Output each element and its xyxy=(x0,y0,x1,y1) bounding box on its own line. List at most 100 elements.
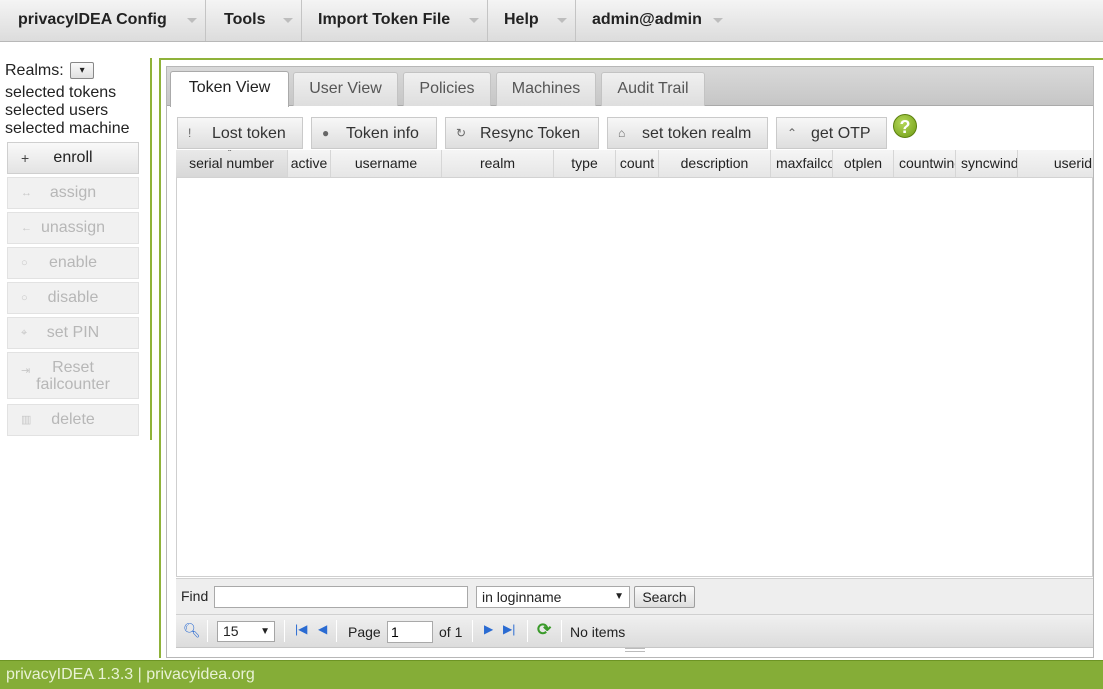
find-input[interactable] xyxy=(214,586,468,608)
lost-token-button[interactable]: ! Lost token xyxy=(177,117,303,149)
top-menu-bar: privacyIDEA Config Tools Import Token Fi… xyxy=(0,0,1103,42)
tab-machines[interactable]: Machines xyxy=(496,72,596,106)
set-pin-button[interactable]: ⌖ set PIN xyxy=(7,317,139,349)
page-input[interactable] xyxy=(387,621,433,643)
realms-label: Realms: xyxy=(5,62,64,79)
column-header-otplen[interactable]: otplen xyxy=(833,150,894,177)
column-header-serial-number[interactable]: ˆ serial number xyxy=(176,150,288,177)
column-header-userid[interactable]: userid xyxy=(1018,150,1093,177)
home-icon: ⌂ xyxy=(618,126,626,140)
dropdown-arrow-icon: ▼ xyxy=(260,626,270,637)
realms-select[interactable]: ▾ xyxy=(70,62,95,79)
selected-tokens-label: selected tokens xyxy=(5,84,117,101)
rows-per-page-select[interactable]: 15 ▼ xyxy=(217,621,275,642)
skip-icon: ⇥ xyxy=(21,365,31,377)
menu-label: Import Token File xyxy=(318,11,451,28)
realms-row: Realms: ▾ xyxy=(5,62,95,80)
selected-users-label: selected users xyxy=(5,102,109,119)
exclamation-icon: ! xyxy=(188,126,192,140)
column-header-realm[interactable]: realm xyxy=(442,150,554,177)
rows-per-page-value: 15 xyxy=(223,623,239,639)
disable-button[interactable]: ○ disable xyxy=(7,282,139,314)
token-grid xyxy=(176,150,1093,577)
search-bar: Find in loginname ▼ Search xyxy=(176,578,1093,614)
set-token-realm-button[interactable]: ⌂ set token realm xyxy=(607,117,768,149)
chevron-down-icon xyxy=(283,18,293,23)
search-button[interactable]: Search xyxy=(634,586,695,608)
column-header-countwindow[interactable]: countwindow xyxy=(894,150,956,177)
find-label: Find xyxy=(181,588,209,604)
tab-user-view[interactable]: User View xyxy=(293,72,398,106)
page-count-label: of 1 xyxy=(439,624,463,640)
refresh-icon: ↻ xyxy=(456,126,467,140)
last-page-icon[interactable]: ▶| xyxy=(503,622,515,636)
lost-token-label: Lost token xyxy=(212,125,286,142)
set-token-realm-label: set token realm xyxy=(642,125,752,142)
unassign-button[interactable]: ← unassign xyxy=(7,212,139,244)
next-page-icon[interactable]: ▶ xyxy=(484,622,493,636)
chevron-down-icon xyxy=(557,18,567,23)
trash-icon: ▥ xyxy=(21,414,32,426)
help-icon[interactable]: ? xyxy=(893,114,917,138)
reset-failcounter-button[interactable]: ⇥ Reset failcounter xyxy=(7,352,139,399)
enroll-label: enroll xyxy=(53,149,93,166)
left-panel: Realms: ▾ selected tokens selected users… xyxy=(0,42,152,660)
resync-token-button[interactable]: ↻ Resync Token xyxy=(445,117,599,149)
dropdown-arrow-icon: ▼ xyxy=(614,591,624,602)
arrow-left-icon: ← xyxy=(21,222,32,234)
column-header-maxfailcount[interactable]: maxfailcount xyxy=(771,150,833,177)
column-header-count[interactable]: count xyxy=(616,150,659,177)
grid-header: ˆ serial number active username realm ty… xyxy=(176,150,1093,178)
tab-policies[interactable]: Policies xyxy=(403,72,491,106)
assign-button[interactable]: ↔ assign xyxy=(7,177,139,209)
delete-button[interactable]: ▥ delete xyxy=(7,404,139,436)
resize-grip[interactable] xyxy=(625,648,645,652)
tab-audit-trail[interactable]: Audit Trail xyxy=(601,72,705,106)
plus-icon: + xyxy=(21,150,30,166)
first-page-icon[interactable]: |◀ xyxy=(295,622,307,636)
pager-separator xyxy=(472,620,473,642)
menu-tools[interactable]: Tools xyxy=(206,0,302,41)
unassign-label: unassign xyxy=(40,219,106,236)
set-pin-label: set PIN xyxy=(46,324,100,341)
column-header-syncwindow[interactable]: syncwindow xyxy=(956,150,1018,177)
previous-page-icon[interactable]: ◀ xyxy=(318,622,327,636)
pager-separator xyxy=(284,620,285,642)
column-header-active[interactable]: active xyxy=(288,150,331,177)
get-otp-label: get OTP xyxy=(811,125,871,142)
column-header-username[interactable]: username xyxy=(331,150,442,177)
chevron-down-icon xyxy=(713,18,723,23)
info-icon: ● xyxy=(322,126,330,140)
menu-label: Tools xyxy=(224,11,266,28)
enable-button[interactable]: ○ enable xyxy=(7,247,139,279)
reload-icon[interactable]: ⟳ xyxy=(537,620,551,640)
tab-token-view[interactable]: Token View xyxy=(170,71,289,107)
magnifier-icon[interactable]: 🔍︎ xyxy=(183,622,201,639)
disable-label: disable xyxy=(47,289,99,306)
menu-import-token-file[interactable]: Import Token File xyxy=(302,0,488,41)
chevron-down-icon xyxy=(187,18,197,23)
menu-user-account[interactable]: admin@admin xyxy=(576,0,731,41)
enroll-button[interactable]: + enroll xyxy=(7,142,139,174)
pager-separator xyxy=(207,620,208,642)
menu-label: admin@admin xyxy=(592,11,702,28)
sort-up-icon: ˆ xyxy=(228,150,232,160)
circle-icon: ○ xyxy=(21,257,28,269)
column-header-type[interactable]: type xyxy=(554,150,616,177)
menu-privacyidea-config[interactable]: privacyIDEA Config xyxy=(0,0,206,41)
token-info-button[interactable]: ● Token info xyxy=(311,117,437,149)
find-field-value: in loginname xyxy=(482,589,562,605)
menu-label: Help xyxy=(504,11,539,28)
assign-label: assign xyxy=(49,184,97,201)
circle-icon: ○ xyxy=(21,292,28,304)
pin-icon: ⌖ xyxy=(21,327,28,339)
get-otp-button[interactable]: ⌃ get OTP xyxy=(776,117,887,149)
column-header-description[interactable]: description xyxy=(659,150,771,177)
pager-status: No items xyxy=(570,624,626,640)
pager-separator xyxy=(336,620,337,642)
menu-label: privacyIDEA Config xyxy=(18,11,167,28)
left-divider xyxy=(150,58,152,440)
find-field-select[interactable]: in loginname ▼ xyxy=(476,586,630,608)
page-label: Page xyxy=(348,624,381,640)
menu-help[interactable]: Help xyxy=(488,0,576,41)
